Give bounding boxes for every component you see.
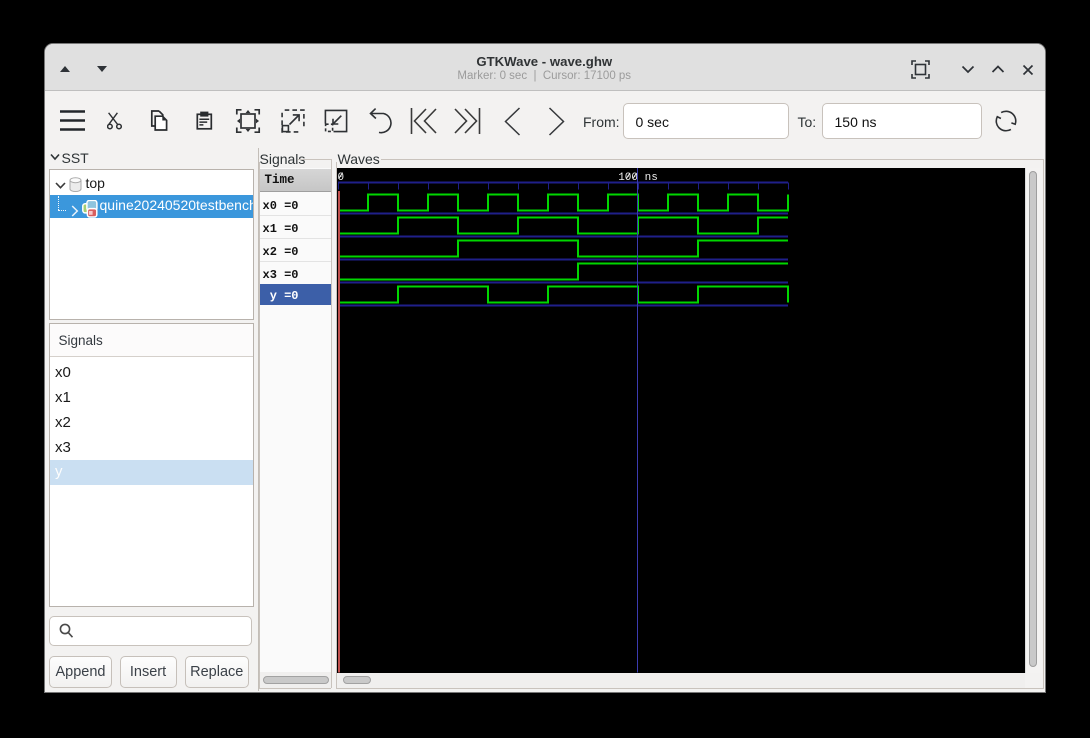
svg-text:0: 0 [337, 172, 344, 184]
